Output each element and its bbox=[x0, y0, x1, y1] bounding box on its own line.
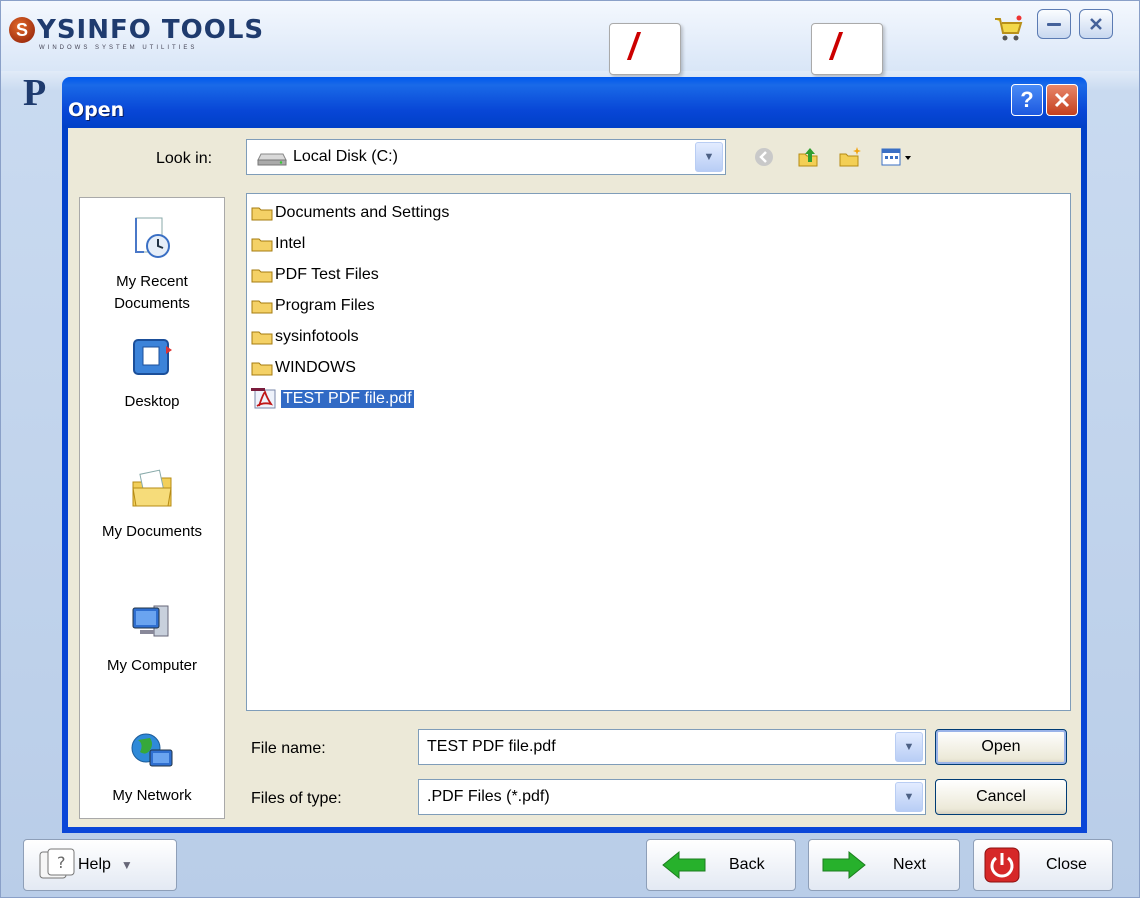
header-pdf-lock-art-2 bbox=[811, 23, 883, 75]
file-type-dropdown[interactable]: .PDF Files (*.pdf) ▼ bbox=[418, 779, 926, 815]
back-circle-icon[interactable] bbox=[752, 145, 776, 169]
dialog-body: Look in: Local Disk (C:) ▼ My Recent Doc… bbox=[68, 128, 1081, 827]
file-name: PDF Test Files bbox=[275, 266, 379, 283]
dialog-close-button[interactable] bbox=[1046, 84, 1078, 116]
close-icon bbox=[1090, 18, 1102, 30]
next-arrow-icon bbox=[822, 850, 866, 880]
file-name: sysinfotools bbox=[275, 328, 359, 345]
dialog-title: Open bbox=[68, 99, 125, 121]
folder-icon bbox=[251, 300, 273, 313]
close-icon bbox=[1054, 92, 1070, 108]
logo-circle-icon: S bbox=[9, 17, 35, 43]
place-my-recent-documents[interactable]: My Recent Documents bbox=[80, 216, 224, 315]
file-row-folder[interactable]: Intel bbox=[251, 232, 305, 256]
question-icon: ? bbox=[1020, 87, 1034, 112]
file-type-value: .PDF Files (*.pdf) bbox=[427, 788, 550, 805]
help-menu-button[interactable]: ? Help ▼ bbox=[23, 839, 177, 891]
file-row-pdf-selected[interactable]: TEST PDF file.pdf bbox=[251, 387, 414, 411]
place-my-computer[interactable]: My Computer bbox=[80, 600, 224, 677]
back-button[interactable]: Back bbox=[646, 839, 796, 891]
open-button[interactable]: Open bbox=[935, 729, 1067, 765]
help-label: Help bbox=[78, 856, 111, 873]
app-header: S YSINFO TOOLS WINDOWS SYSTEM UTILITIES bbox=[1, 1, 1139, 75]
new-folder-icon[interactable] bbox=[838, 145, 862, 169]
file-name: Documents and Settings bbox=[275, 204, 450, 221]
chevron-down-icon[interactable]: ▼ bbox=[695, 142, 723, 172]
chevron-down-icon[interactable]: ▼ bbox=[895, 732, 923, 762]
back-arrow-icon bbox=[662, 850, 706, 880]
folder-icon bbox=[251, 362, 273, 375]
next-button[interactable]: Next bbox=[808, 839, 960, 891]
file-name: Intel bbox=[275, 235, 306, 252]
drive-icon bbox=[257, 153, 287, 166]
sysinfo-logo: S YSINFO TOOLS WINDOWS SYSTEM UTILITIES bbox=[9, 15, 265, 51]
my-computer-icon bbox=[132, 605, 169, 637]
file-name: Program Files bbox=[275, 297, 375, 314]
svg-text:?: ? bbox=[57, 853, 66, 872]
folder-icon bbox=[251, 269, 273, 282]
place-desktop[interactable]: Desktop bbox=[80, 336, 224, 413]
file-row-folder[interactable]: Documents and Settings bbox=[251, 201, 449, 225]
file-row-folder[interactable]: WINDOWS bbox=[251, 356, 356, 380]
place-label: My Documents bbox=[101, 523, 203, 540]
back-label: Back bbox=[729, 856, 765, 873]
file-name: WINDOWS bbox=[275, 359, 356, 376]
chevron-down-icon: ▼ bbox=[120, 858, 133, 872]
my-network-icon bbox=[131, 733, 173, 767]
places-bar: My Recent Documents Desktop My Documents bbox=[79, 197, 225, 819]
folder-icon bbox=[251, 331, 273, 344]
file-name-value: TEST PDF file.pdf bbox=[427, 738, 556, 755]
recent-documents-icon bbox=[135, 217, 170, 258]
place-my-network[interactable]: My Network bbox=[80, 730, 224, 807]
look-in-dropdown[interactable]: Local Disk (C:) ▼ bbox=[246, 139, 726, 175]
chevron-down-icon[interactable]: ▼ bbox=[895, 782, 923, 812]
place-label: Desktop bbox=[124, 393, 180, 410]
file-row-folder[interactable]: sysinfotools bbox=[251, 325, 359, 349]
header-pdf-lock-art bbox=[609, 23, 681, 75]
logo-tagline: WINDOWS SYSTEM UTILITIES bbox=[39, 45, 198, 51]
pdf-file-icon bbox=[251, 388, 276, 409]
app-title-partial: P bbox=[23, 72, 47, 114]
close-label: Close bbox=[1046, 856, 1087, 873]
place-label: My Recent bbox=[116, 273, 188, 290]
file-name-field[interactable]: TEST PDF file.pdf ▼ bbox=[418, 729, 926, 765]
open-dialog: Open ? Look in: Local Disk (C:) ▼ My Rec… bbox=[62, 77, 1087, 833]
folder-icon bbox=[251, 238, 273, 251]
power-icon bbox=[984, 847, 1020, 883]
file-row-folder[interactable]: PDF Test Files bbox=[251, 263, 379, 287]
place-label: My Network bbox=[112, 787, 192, 804]
up-folder-icon[interactable] bbox=[796, 145, 820, 169]
look-in-label: Look in: bbox=[156, 150, 213, 167]
file-row-folder[interactable]: Program Files bbox=[251, 294, 375, 318]
my-documents-icon bbox=[132, 469, 172, 507]
app-close-button[interactable] bbox=[1079, 9, 1113, 39]
file-list: Documents and Settings Intel PDF Test Fi… bbox=[246, 193, 1071, 711]
close-app-button[interactable]: Close bbox=[973, 839, 1113, 891]
folder-icon bbox=[251, 207, 273, 220]
file-type-label: Files of type: bbox=[251, 790, 342, 807]
file-name-label: File name: bbox=[251, 740, 326, 757]
desktop-icon bbox=[133, 339, 172, 375]
cancel-button[interactable]: Cancel bbox=[935, 779, 1067, 815]
logo-text: YSINFO TOOLS bbox=[37, 15, 265, 45]
minimize-icon bbox=[1047, 23, 1061, 26]
place-my-documents[interactable]: My Documents bbox=[80, 466, 224, 543]
dialog-help-button[interactable]: ? bbox=[1011, 84, 1043, 116]
help-book-icon: ? bbox=[39, 848, 75, 879]
file-name: TEST PDF file.pdf bbox=[281, 390, 414, 408]
place-label: Documents bbox=[114, 295, 190, 312]
app-minimize-button[interactable] bbox=[1037, 9, 1071, 39]
view-menu-icon[interactable] bbox=[880, 145, 914, 169]
cart-icon[interactable] bbox=[993, 15, 1023, 43]
place-label: My Computer bbox=[106, 657, 198, 674]
next-label: Next bbox=[893, 856, 926, 873]
look-in-value: Local Disk (C:) bbox=[293, 148, 398, 165]
